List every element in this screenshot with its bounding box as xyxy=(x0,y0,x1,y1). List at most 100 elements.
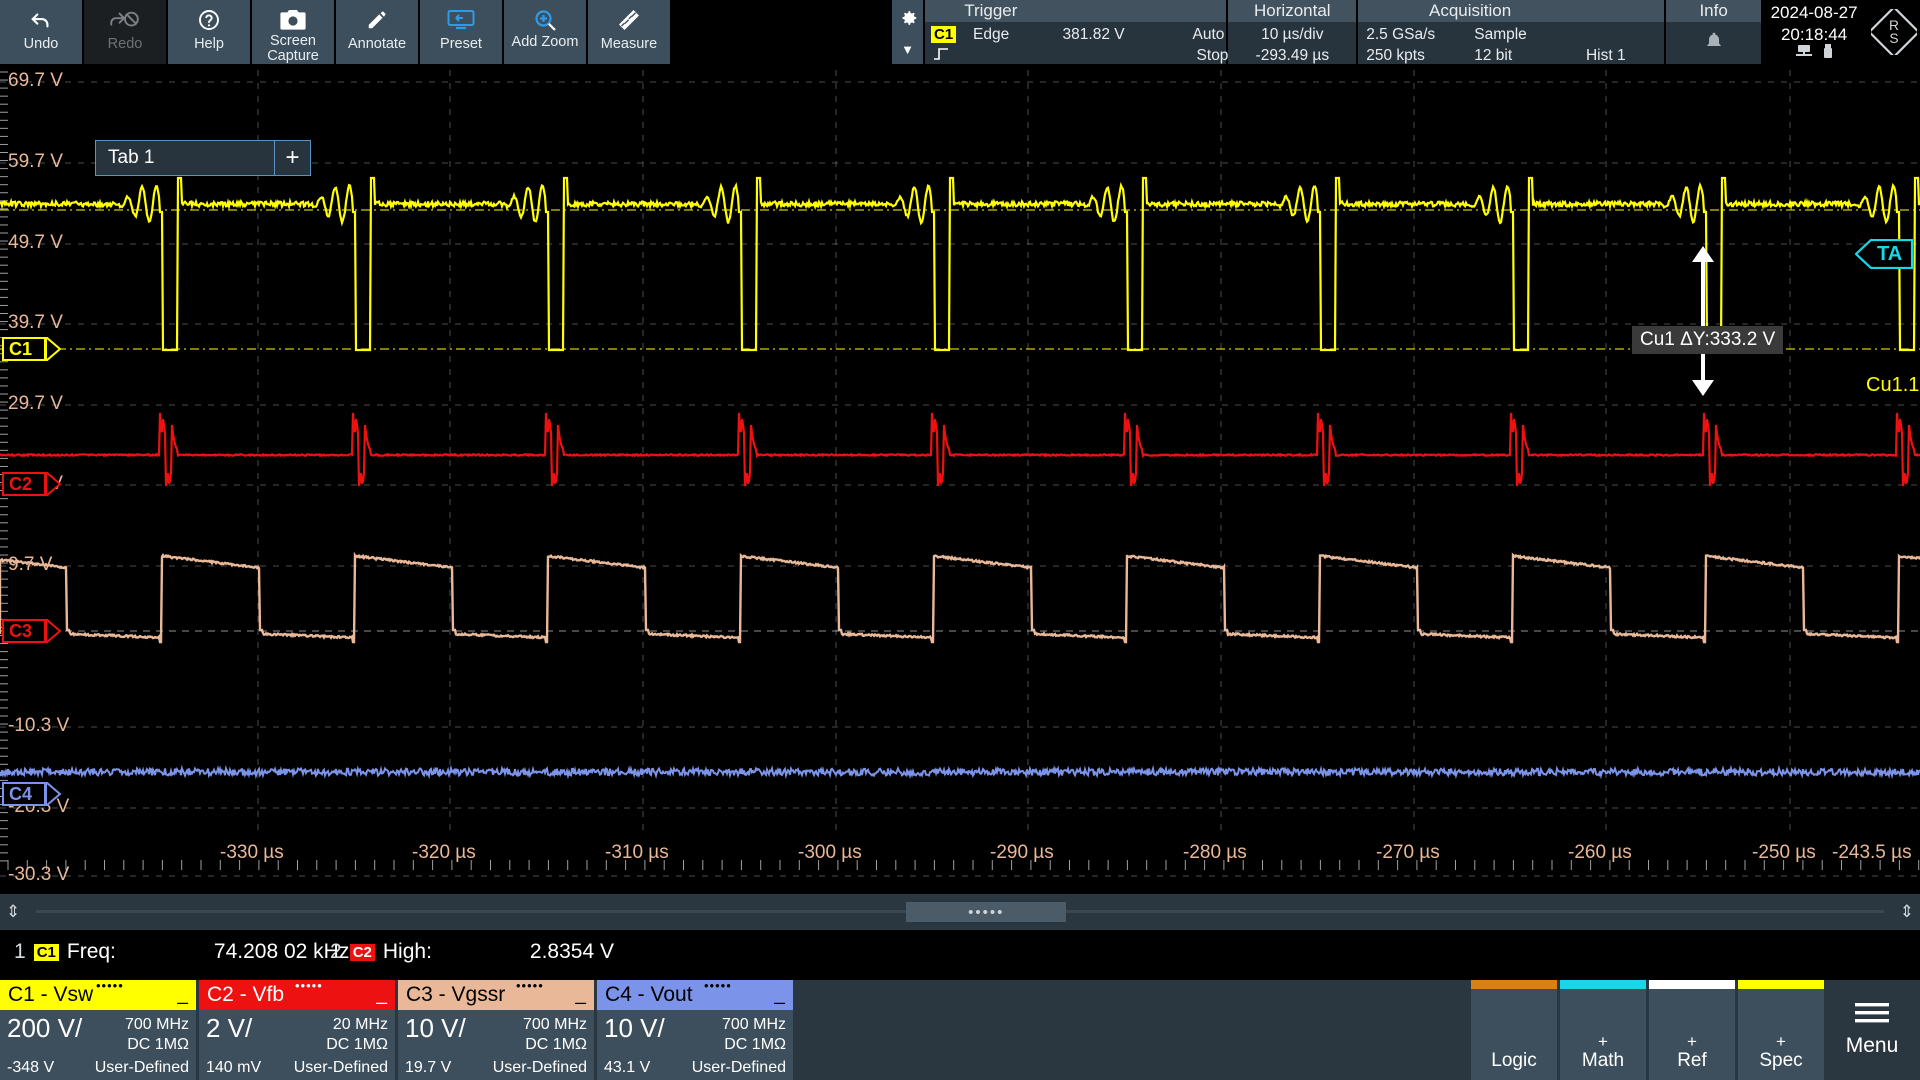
bell-icon[interactable] xyxy=(1704,30,1724,57)
add-tab-button[interactable]: + xyxy=(275,140,311,176)
add-ref-button[interactable]: + Ref xyxy=(1649,980,1735,1080)
channel-1-coupling[interactable]: DC 1MΩ xyxy=(127,1036,189,1054)
measurement-item-1[interactable]: 1 C1 Freq: 74.208 02 kHz xyxy=(14,940,349,964)
trigger-panel[interactable]: Trigger C1 Edge xyxy=(925,0,1057,64)
channel-marker-c4[interactable]: C4 xyxy=(2,782,46,806)
add-spec-button[interactable]: + Spec xyxy=(1738,980,1824,1080)
measurement-bar[interactable]: 1 C1 Freq: 74.208 02 kHz 2 C2 High: 2.83… xyxy=(0,930,1920,980)
horizontal-scroll-row[interactable]: ⇕ ••••• ⇕ xyxy=(0,894,1920,930)
info-panel[interactable]: Info xyxy=(1666,0,1761,64)
add-zoom-button[interactable]: Add Zoom xyxy=(504,0,586,64)
trigger-level[interactable]: 381.82 V xyxy=(1063,26,1125,44)
channel-1-minimize[interactable]: _ xyxy=(177,984,188,1006)
trigger-marker-label: TA xyxy=(1877,243,1902,266)
channel-box-3[interactable]: C3 - Vgssr ••••• _ 10 V/19.7 V 700 MHz DC 1MΩ… xyxy=(398,980,594,1080)
channel-4-offset[interactable]: 43.1 V xyxy=(604,1059,650,1077)
channel-marker-c3[interactable]: C3 xyxy=(2,619,46,643)
channel-3-coupling[interactable]: DC 1MΩ xyxy=(525,1036,587,1054)
x-axis-tick: -260 µs xyxy=(1568,842,1632,864)
channel-4-coupling[interactable]: DC 1MΩ xyxy=(724,1036,786,1054)
x-axis-tick: -300 µs xyxy=(798,842,862,864)
waveform-canvas[interactable] xyxy=(0,64,1920,894)
channel-4-minimize[interactable]: _ xyxy=(774,984,785,1006)
y-axis-tick: -30.3 V xyxy=(8,864,69,886)
acq-resolution[interactable]: 12 bit xyxy=(1474,47,1512,65)
measurement-item-2[interactable]: 2 C2 High: 2.8354 V xyxy=(330,940,614,964)
undo-arrow-icon xyxy=(29,5,53,35)
math-plus: + xyxy=(1598,1034,1608,1050)
channel-4-probe[interactable]: User-Defined xyxy=(692,1059,786,1077)
acquisition-panel[interactable]: Acquisition 2.5 GSa/s Sample 250 kpts 12… xyxy=(1358,0,1582,64)
horizontal-scale[interactable]: 10 µs/div xyxy=(1228,26,1356,44)
waveform-display[interactable]: 69.7 V59.7 V49.7 V39.7 V29.7 V19.7 V9.7 … xyxy=(0,64,1920,894)
channel-marker-c2[interactable]: C2 xyxy=(2,472,46,496)
signal-add-buttons[interactable]: Logic + Math + Ref + Spec Menu xyxy=(1468,980,1920,1080)
trigger-type[interactable]: Edge xyxy=(973,26,1009,44)
acq-memory[interactable]: 250 kpts xyxy=(1366,47,1425,65)
undo-button[interactable]: Undo xyxy=(0,0,82,64)
channel-box-2[interactable]: C2 - Vfb ••••• _ 2 V/140 mV 20 MHz DC 1MΩ User… xyxy=(199,980,395,1080)
cursor-1-label[interactable]: Cu1.1 xyxy=(1866,374,1919,397)
channel-box-4[interactable]: C4 - Vout ••••• _ 10 V/43.1 V 700 MHz DC 1MΩ U… xyxy=(597,980,793,1080)
scroll-left-icon[interactable]: ⇕ xyxy=(6,902,20,922)
channel-box-1[interactable]: C1 - Vsw ••••• _ 200 V/ -348 V 700 MHz DC 1MΩ U… xyxy=(0,980,196,1080)
channel-4-bandwidth[interactable]: 700 MHz xyxy=(722,1016,786,1034)
screen-capture-button[interactable]: Screen Capture xyxy=(252,0,334,64)
tab-bar[interactable]: Tab 1 + xyxy=(95,140,311,176)
channel-4-scale[interactable]: 10 V/ xyxy=(604,1013,665,1044)
trigger-position-marker[interactable]: TA xyxy=(1855,239,1902,269)
cursor-delta-annotation[interactable]: Cu1 ΔY:333.2 V xyxy=(1632,326,1783,354)
channel-2-bandwidth[interactable]: 20 MHz xyxy=(333,1016,388,1034)
channel-2-dots: ••••• xyxy=(295,978,323,993)
channel-2-probe[interactable]: User-Defined xyxy=(294,1059,388,1077)
channel-marker-label: C4 xyxy=(9,784,32,805)
redo-label: Redo xyxy=(108,37,143,51)
acq-sample-rate[interactable]: 2.5 GSa/s xyxy=(1366,26,1435,44)
help-button[interactable]: Help xyxy=(168,0,250,64)
tab-1[interactable]: Tab 1 xyxy=(95,140,275,176)
channel-1-scale[interactable]: 200 V/ xyxy=(7,1013,82,1044)
math-label: Math xyxy=(1582,1050,1624,1072)
channel-3-offset[interactable]: 19.7 V xyxy=(405,1059,451,1077)
settings-gear-button[interactable]: ▼ xyxy=(892,0,923,64)
redo-button[interactable]: Redo xyxy=(84,0,166,64)
history-panel[interactable]: Hist 1 xyxy=(1582,0,1664,64)
horizontal-panel[interactable]: Horizontal 10 µs/div -293.49 µs xyxy=(1228,0,1356,64)
menu-button[interactable]: Menu xyxy=(1824,980,1920,1080)
channel-4-dots: ••••• xyxy=(704,978,732,993)
trigger-mode[interactable]: Auto xyxy=(1193,26,1225,44)
channel-2-minimize[interactable]: _ xyxy=(376,984,387,1006)
ref-label: Ref xyxy=(1677,1050,1707,1072)
acq-mode[interactable]: Sample xyxy=(1474,26,1527,44)
ref-plus: + xyxy=(1687,1034,1697,1050)
scroll-right-icon[interactable]: ⇕ xyxy=(1900,902,1914,922)
trigger-source-chip[interactable]: C1 xyxy=(931,26,956,43)
channel-2-scale[interactable]: 2 V/ xyxy=(206,1013,252,1044)
channel-marker-c1[interactable]: C1 xyxy=(2,337,46,361)
logic-color-cap xyxy=(1471,980,1557,989)
channel-3-scale[interactable]: 10 V/ xyxy=(405,1013,466,1044)
add-logic-button[interactable]: Logic xyxy=(1471,980,1557,1080)
channel-1-bandwidth[interactable]: 700 MHz xyxy=(125,1016,189,1034)
horizontal-position[interactable]: -293.49 µs xyxy=(1228,47,1356,65)
scrollbar-thumb[interactable]: ••••• xyxy=(906,902,1066,922)
channel-3-bandwidth[interactable]: 700 MHz xyxy=(523,1016,587,1034)
annotate-button[interactable]: Annotate xyxy=(336,0,418,64)
measure-button[interactable]: Measure xyxy=(588,0,670,64)
channel-3-probe[interactable]: User-Defined xyxy=(493,1059,587,1077)
channel-3-minimize[interactable]: _ xyxy=(575,984,586,1006)
trigger-level-panel[interactable]: 381.82 V Auto Stop xyxy=(1057,0,1227,64)
trigger-state[interactable]: Stop xyxy=(1197,47,1229,65)
add-math-button[interactable]: + Math xyxy=(1560,980,1646,1080)
acquisition-panel-title: Acquisition xyxy=(1358,0,1582,22)
y-axis-tick: 69.7 V xyxy=(8,70,63,92)
channel-2-offset[interactable]: 140 mV xyxy=(206,1059,261,1077)
acq-history[interactable]: Hist 1 xyxy=(1586,47,1626,65)
channel-2-coupling[interactable]: DC 1MΩ xyxy=(326,1036,388,1054)
preset-button[interactable]: Preset xyxy=(420,0,502,64)
channel-1-offset[interactable]: -348 V xyxy=(7,1059,54,1077)
zoom-plus-icon xyxy=(533,5,557,35)
waveform-scrollbar[interactable]: ••••• xyxy=(36,900,1884,924)
chevron-down-icon[interactable]: ▼ xyxy=(901,42,914,57)
channel-1-probe[interactable]: User-Defined xyxy=(95,1059,189,1077)
